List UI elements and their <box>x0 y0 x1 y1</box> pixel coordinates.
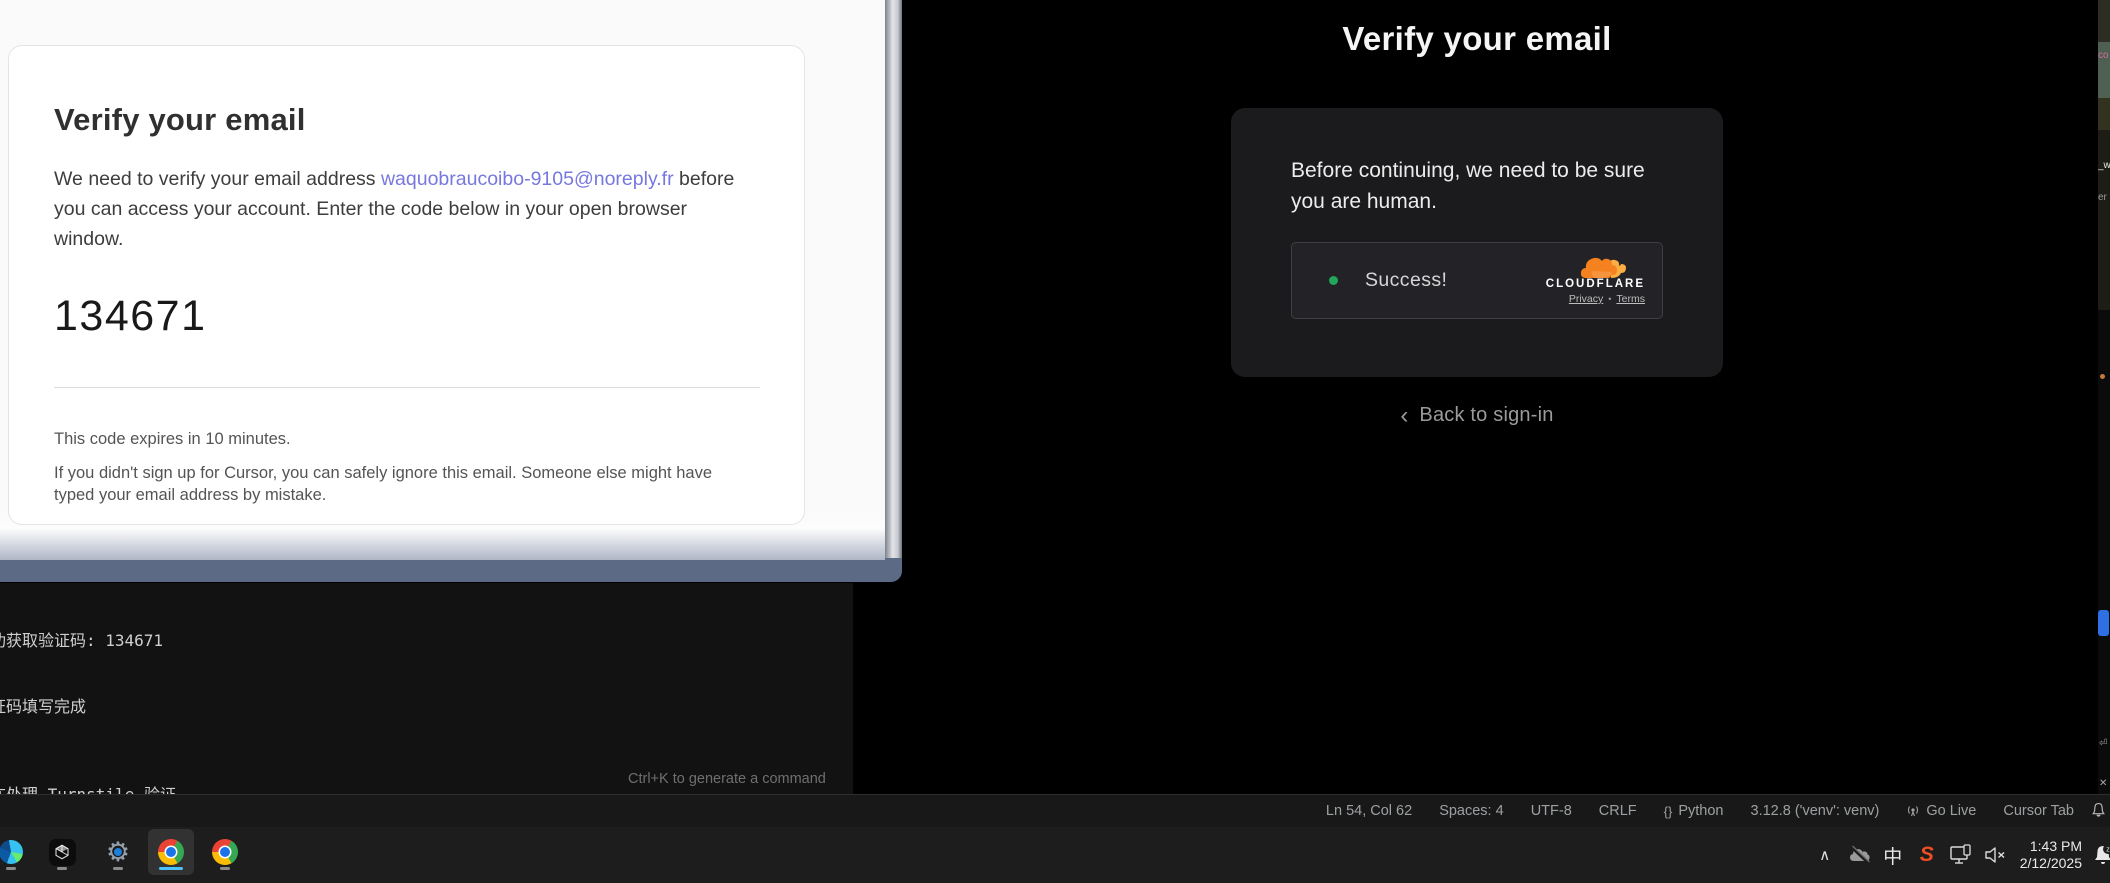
cloud-offline-icon <box>1847 845 1871 865</box>
sliver-blue-badge <box>2098 610 2109 636</box>
sogou-s-icon: S <box>1920 843 1934 867</box>
svg-text:z: z <box>2106 847 2110 854</box>
taskbar-chrome-button[interactable] <box>202 829 248 875</box>
email-title: Verify your email <box>54 102 759 138</box>
cursor-position-status[interactable]: Ln 54, Col 62 <box>1326 803 1412 819</box>
language-label: Python <box>1678 803 1723 819</box>
clock-date: 2/12/2025 <box>2020 855 2082 872</box>
ide-status-bar: Ln 54, Col 62 Spaces: 4 UTF-8 CRLF {} Pyt… <box>0 794 2110 827</box>
status-bar-items: Ln 54, Col 62 Spaces: 4 UTF-8 CRLF {} Pyt… <box>1326 803 2074 819</box>
email-body-text: We need to verify your email address waq… <box>54 164 759 254</box>
gear-center-dot <box>114 848 122 856</box>
running-indicator <box>220 867 230 870</box>
eol-status[interactable]: CRLF <box>1599 803 1637 819</box>
code-expiry-note: This code expires in 10 minutes. <box>54 430 759 449</box>
active-running-indicator <box>159 867 183 870</box>
clock-time: 1:43 PM <box>2020 838 2082 855</box>
settings-gear-icon: ⚙ <box>103 837 133 867</box>
chrome-browser-icon <box>212 839 238 865</box>
email-address-link[interactable]: waquobraucoibo-9105@noreply.fr <box>381 168 674 190</box>
go-live-label: Go Live <box>1926 803 1976 819</box>
turnstile-legal-links: Privacy • Terms <box>1569 293 1645 305</box>
email-body-before: We need to verify your email address <box>54 168 381 190</box>
taskbar-edge-button[interactable] <box>0 829 34 875</box>
terms-link[interactable]: Terms <box>1616 293 1645 305</box>
cloudflare-wordmark: CLOUDFLARE <box>1546 278 1645 290</box>
notification-bell-zz-icon: z <box>2092 843 2110 867</box>
email-content-area: Verify your email We need to verify your… <box>0 0 885 560</box>
taskbar-cursor-app-button[interactable] <box>39 829 85 875</box>
tray-sogou-button[interactable]: S <box>1910 835 1944 875</box>
tray-onedrive-button[interactable] <box>1842 835 1876 875</box>
taskbar-chrome-active-button[interactable] <box>148 829 194 875</box>
chevron-up-icon: ∧ <box>1819 846 1830 864</box>
tray-notifications-button[interactable]: z <box>2092 835 2110 875</box>
running-indicator <box>6 867 16 870</box>
email-disclaimer: If you didn't sign up for Cursor, you ca… <box>54 462 746 506</box>
links-separator: • <box>1608 294 1611 304</box>
windows-taskbar: ⚙ ∧ 中 S 1:43 P <box>0 827 2110 883</box>
cast-display-icon <box>1949 844 1973 866</box>
email-window-scrollbar[interactable] <box>885 0 902 558</box>
sliver-close-glyph: ✕ <box>2099 778 2107 789</box>
language-mode-status[interactable]: {} Python <box>1664 803 1724 819</box>
turnstile-status: Success! <box>1365 269 1447 292</box>
verify-card: Before continuing, we need to be sure yo… <box>1231 108 1723 377</box>
speaker-muted-icon <box>1983 845 2007 865</box>
cloudflare-cloud-icon <box>1581 256 1627 280</box>
sliver-selection-band: co <box>2098 42 2110 98</box>
sliver-code-band: _w er <box>2098 130 2110 310</box>
email-divider <box>54 387 760 388</box>
chrome-browser-icon <box>158 839 184 865</box>
taskbar-clock[interactable]: 1:43 PM 2/12/2025 <box>2020 838 2082 872</box>
sliver-orange-dot <box>2100 374 2105 379</box>
email-preview-window: Verify your email We need to verify your… <box>0 0 902 582</box>
privacy-link[interactable]: Privacy <box>1569 293 1603 305</box>
broadcast-icon <box>1906 804 1920 818</box>
sliver-code-band <box>2098 0 2110 42</box>
chevron-left-icon: ‹ <box>1400 406 1408 426</box>
terminal-line: 功获取验证码: 134671 <box>0 630 205 652</box>
tray-cast-button[interactable] <box>1944 835 1978 875</box>
cursor-tab-status[interactable]: Cursor Tab <box>2003 803 2074 819</box>
background-window-sliver: co _w er ⏎ ✕ <box>2098 0 2110 794</box>
edge-browser-icon <box>0 840 23 864</box>
desktop-screen: Verify your email We need to verify your… <box>0 0 2110 883</box>
verify-page-title: Verify your email <box>1231 20 1723 58</box>
sliver-text-fragment: co <box>2098 50 2109 61</box>
braces-icon: {} <box>1664 804 1673 819</box>
human-check-prompt: Before continuing, we need to be sure yo… <box>1291 155 1663 217</box>
encoding-status[interactable]: UTF-8 <box>1531 803 1572 819</box>
sliver-code-band <box>2098 98 2110 130</box>
back-to-signin-link[interactable]: ‹ Back to sign-in <box>1231 404 1723 427</box>
success-dot-icon <box>1329 276 1338 285</box>
python-interpreter-status[interactable]: 3.12.8 ('venv': venv) <box>1751 803 1880 819</box>
back-to-signin-label: Back to sign-in <box>1419 404 1553 427</box>
sliver-return-glyph: ⏎ <box>2099 738 2107 749</box>
terminal-ctrlk-hint: Ctrl+K to generate a command <box>628 771 826 787</box>
cloudflare-brand-block: CLOUDFLARE Privacy • Terms <box>1546 256 1645 305</box>
terminal-output: 功获取验证码: 134671 证码填写完成 在处理 Turnstile 验证..… <box>0 586 205 794</box>
running-indicator <box>113 867 123 870</box>
running-indicator <box>57 867 67 870</box>
email-card: Verify your email We need to verify your… <box>8 45 805 525</box>
sliver-text-fragment: er <box>2098 192 2107 203</box>
ime-chinese-icon: 中 <box>1883 842 1902 869</box>
terminal-pane[interactable]: 功获取验证码: 134671 证码填写完成 在处理 Turnstile 验证..… <box>0 583 853 794</box>
system-tray: ∧ 中 S 1:43 PM 2/12/2025 z <box>1808 827 2110 883</box>
indentation-status[interactable]: Spaces: 4 <box>1439 803 1504 819</box>
terminal-line: 证码填写完成 <box>0 696 205 718</box>
verification-code: 134671 <box>54 292 759 341</box>
cloudflare-turnstile-widget[interactable]: Success! CLOUDFLARE Privacy • Terms <box>1291 242 1663 319</box>
tray-ime-button[interactable]: 中 <box>1876 835 1910 875</box>
notifications-bell-icon[interactable] <box>2090 802 2107 819</box>
terminal-line: 在处理 Turnstile 验证... <box>0 784 205 794</box>
sliver-text-fragment: _w <box>2098 160 2110 171</box>
cursor-app-icon <box>49 839 76 866</box>
taskbar-settings-button[interactable]: ⚙ <box>95 829 141 875</box>
tray-show-hidden-icons[interactable]: ∧ <box>1808 835 1842 875</box>
go-live-button[interactable]: Go Live <box>1906 803 1976 819</box>
tray-volume-button[interactable] <box>1978 835 2012 875</box>
